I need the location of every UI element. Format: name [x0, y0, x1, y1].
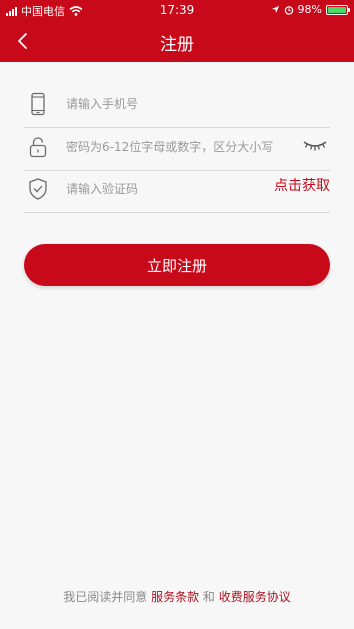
nav-bar: 注册 [0, 20, 354, 62]
password-input[interactable] [66, 135, 286, 159]
status-bar: 中国电信 17:39 98% [0, 0, 354, 20]
battery-fill [328, 6, 346, 13]
password-row [24, 127, 330, 171]
alarm-icon [284, 5, 293, 15]
phone-row [24, 84, 330, 128]
agreement-and: 和 [202, 590, 215, 604]
code-input[interactable] [66, 177, 286, 201]
battery-percent: 98% [297, 3, 322, 16]
shield-check-icon [29, 178, 47, 200]
register-screen: 中国电信 17:39 98% 注册 请输入手机号 请输入验证码 点击获取 立即注… [0, 0, 354, 629]
fee-agreement-link[interactable]: 收费服务协议 [219, 590, 291, 604]
agreement-prefix: 我已阅读并同意 [63, 590, 148, 604]
phone-icon [31, 92, 45, 116]
top-bar: 中国电信 17:39 98% 注册 [0, 0, 354, 62]
phone-input[interactable] [66, 92, 286, 116]
battery-icon [326, 4, 350, 15]
terms-link[interactable]: 服务条款 [151, 590, 199, 604]
lock-icon [29, 137, 47, 158]
code-row: 点击获取 [24, 169, 330, 213]
register-button[interactable]: 立即注册 [24, 244, 330, 286]
page-title: 注册 [160, 35, 194, 55]
location-icon [271, 5, 279, 14]
eye-closed-icon[interactable] [302, 137, 328, 153]
get-code-button[interactable]: 点击获取 [274, 175, 330, 195]
agreement-text: 我已阅读并同意 服务条款 和 收费服务协议 [0, 588, 354, 605]
status-right: 98% [271, 3, 350, 16]
